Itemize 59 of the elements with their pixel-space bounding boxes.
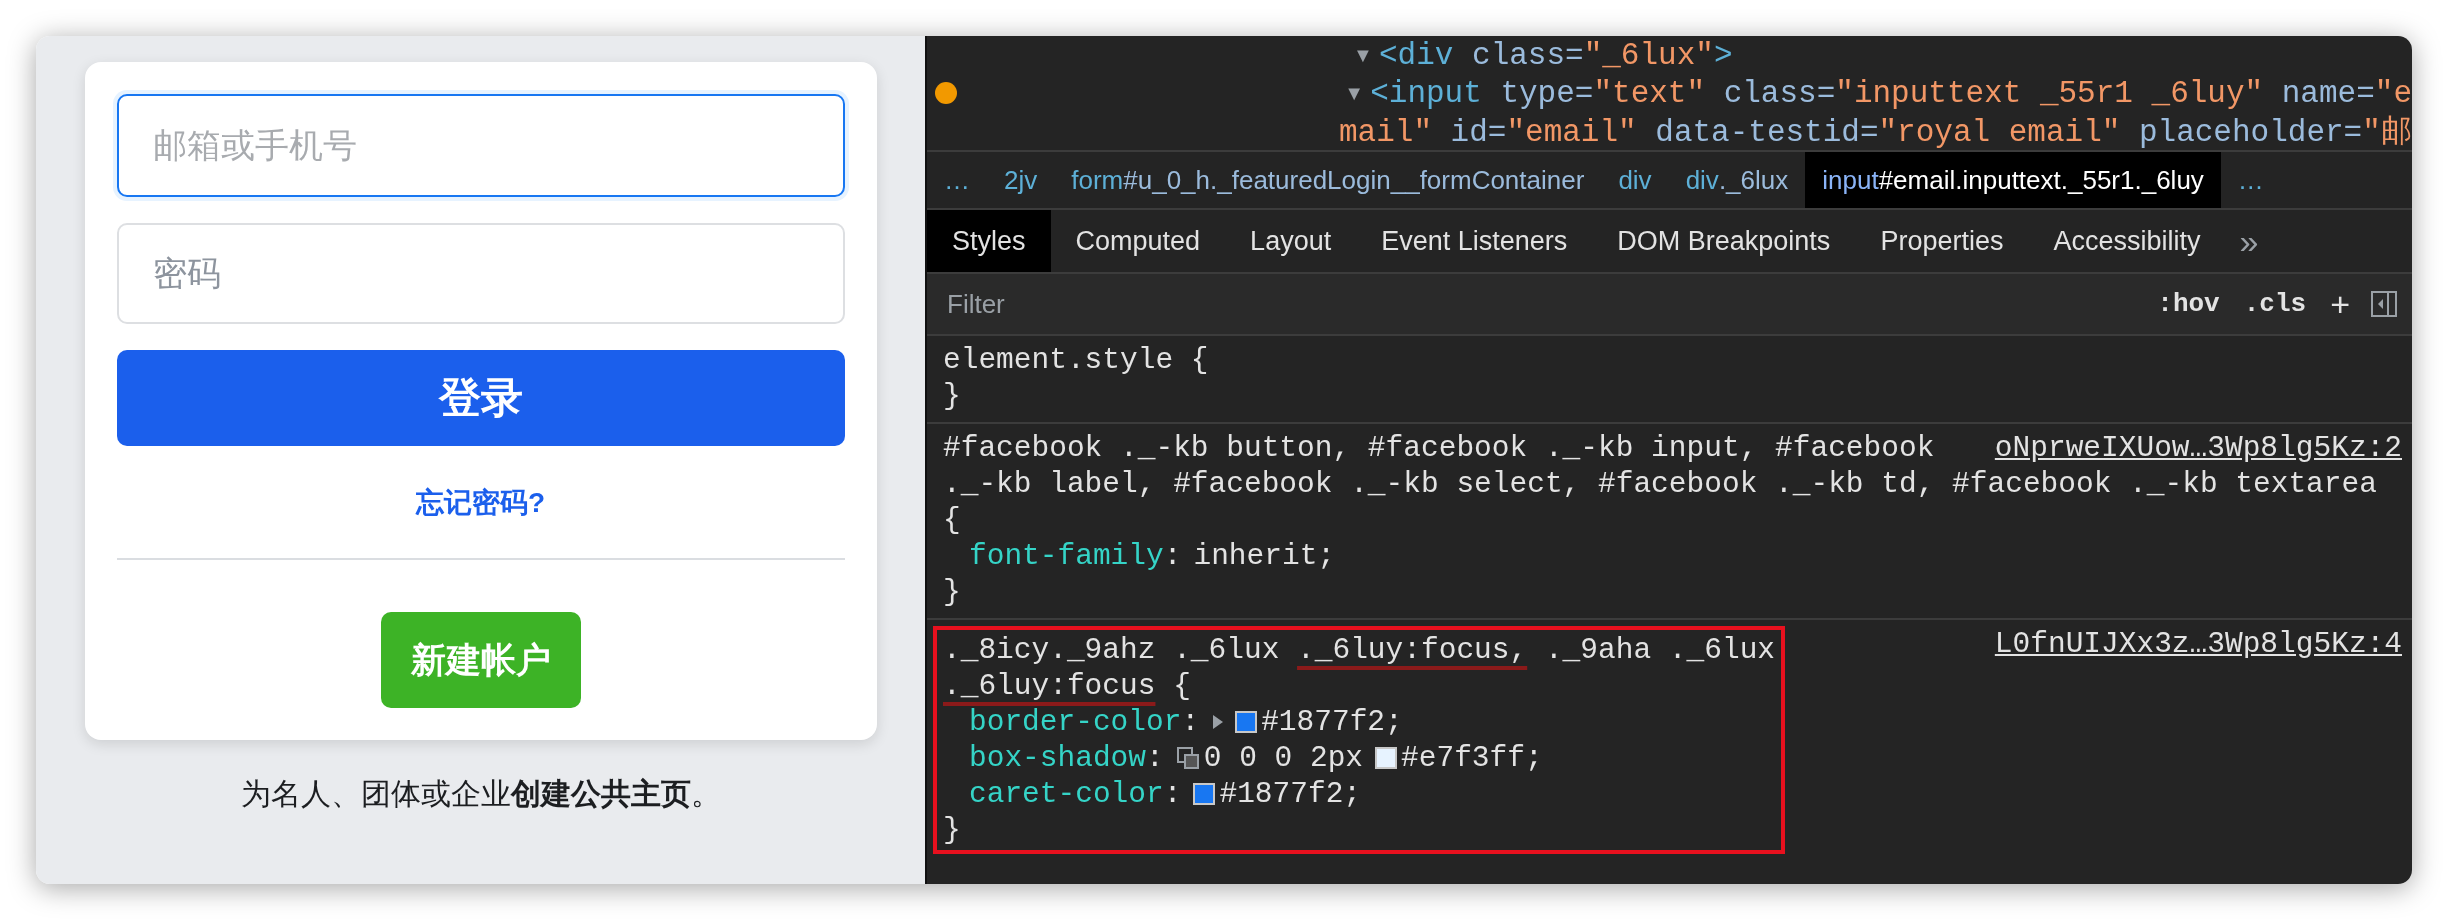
breadcrumb-item[interactable]: div xyxy=(1601,152,1669,208)
colon-text: : xyxy=(1163,776,1182,812)
rule-close-brace: } xyxy=(943,574,961,610)
css-property-value: #1877f2; xyxy=(1261,704,1403,740)
rule-close-brace: } xyxy=(943,812,961,848)
expand-toggle[interactable]: ▼ xyxy=(1353,43,1379,67)
css-selector: #facebook ._-kb button, #facebook ._-kb input, #facebook xyxy=(943,430,1935,466)
panel-tab[interactable]: Styles xyxy=(927,210,1051,272)
breadcrumb-item[interactable]: form#u_0_h._featuredLogin__formContainer xyxy=(1054,152,1602,208)
hover-state-button[interactable]: :hov xyxy=(2145,289,2232,319)
expand-toggle[interactable]: ▼ xyxy=(1344,81,1371,105)
colon-text: : xyxy=(1181,704,1200,740)
breadcrumb-item[interactable]: … xyxy=(2220,152,2281,208)
dom-node-line[interactable]: <div class="_6lux"> xyxy=(1379,37,1733,73)
css-property-name: font-family xyxy=(969,538,1164,574)
more-tabs-button[interactable]: » xyxy=(2225,221,2273,261)
color-swatch[interactable] xyxy=(1375,747,1398,769)
panel-tab[interactable]: Accessibility xyxy=(2028,210,2226,272)
rule-source-link[interactable]: L0fnUIJXx3z…3Wp8lg5Kz:4 xyxy=(1994,626,2402,662)
css-property-value: 0 0 0 2px xyxy=(1203,740,1364,776)
breakpoint-dot[interactable] xyxy=(935,82,957,104)
sidebar-toggle-icon[interactable] xyxy=(2370,290,2398,318)
login-button[interactable]: 登录 xyxy=(116,350,845,446)
password-input-field[interactable]: 密码 xyxy=(116,223,845,324)
rule-close-brace: } xyxy=(943,378,961,414)
forgot-password-link[interactable]: 忘记密码? xyxy=(415,484,546,522)
css-selector: ._6luy:focus { xyxy=(943,668,1191,704)
breadcrumb-item[interactable]: input#email.inputtext._55r1._6luy xyxy=(1805,152,2221,208)
panel-tab[interactable]: Event Listeners xyxy=(1356,210,1593,272)
create-page-text: 为名人、团体或企业创建公共主页。 xyxy=(240,776,721,812)
rule-source-link[interactable]: oNprweIXUow…3Wp8lg5Kz:2 xyxy=(1994,430,2402,466)
breadcrumb-item[interactable]: … xyxy=(927,152,987,208)
filter-input-field[interactable]: Filter xyxy=(927,274,2146,334)
new-rule-button[interactable]: + xyxy=(2318,284,2362,324)
breadcrumb-item[interactable]: div._6lux xyxy=(1668,152,1806,208)
css-selector: ._8icy._9ahz ._6lux ._6luy:focus, ._9aha ._6lux xyxy=(943,632,1776,668)
breadcrumb-item[interactable]: 2jv xyxy=(987,152,1055,208)
panel-tab[interactable]: Layout xyxy=(1225,210,1357,272)
class-toggle-button[interactable]: .cls xyxy=(2231,289,2319,319)
dom-node-line[interactable]: <input type="text" class="inputtext _55r1 _6luy" name="e xyxy=(1370,75,2412,111)
colon-text: : xyxy=(1163,538,1182,574)
css-selector: ._-kb label, #facebook ._-kb select, #facebook ._-kb td, #facebook ._-kb textarea xyxy=(943,466,2377,502)
panel-tab[interactable]: Properties xyxy=(1855,210,2029,272)
css-property-name: border-color xyxy=(969,704,1182,740)
css-property-value: #e7f3ff; xyxy=(1401,740,1543,776)
css-property-value: #1877f2; xyxy=(1219,776,1362,812)
css-property-name: caret-color xyxy=(969,776,1164,812)
css-selector: element.style { xyxy=(943,342,1209,378)
color-swatch[interactable] xyxy=(1193,783,1216,805)
css-selector: { xyxy=(943,502,961,538)
colon-text: : xyxy=(1146,740,1164,776)
color-swatch[interactable] xyxy=(1235,711,1258,733)
panel-tab[interactable]: DOM Breakpoints xyxy=(1592,210,1856,272)
css-property-name: box-shadow xyxy=(969,740,1147,776)
shadow-editor-icon[interactable] xyxy=(1175,746,1200,770)
email-input-field[interactable]: 邮箱或手机号 xyxy=(116,94,845,197)
dom-node-line[interactable]: mail" id="email" data-testid="royal email" placeholder="邮 xyxy=(1339,110,2412,152)
panel-tab[interactable]: Computed xyxy=(1050,210,1226,272)
css-property-value: inherit; xyxy=(1193,538,1336,574)
